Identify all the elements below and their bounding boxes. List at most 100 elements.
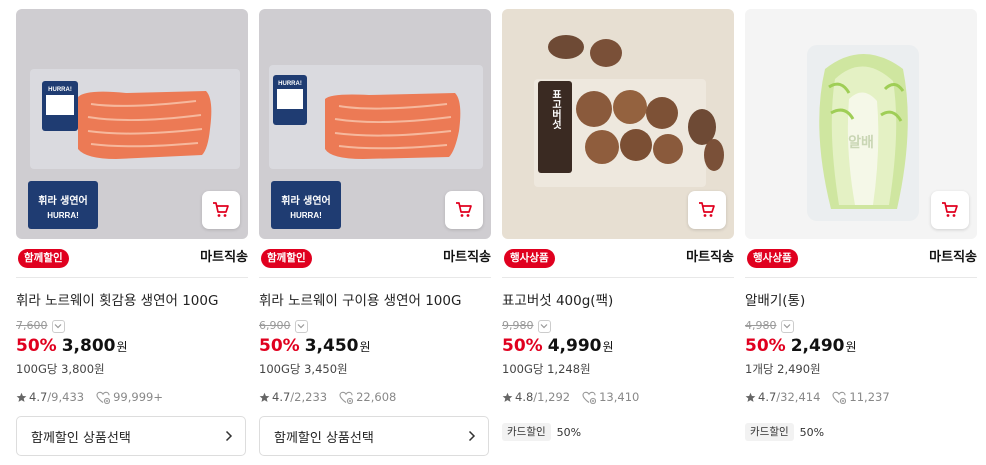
chevron-down-icon	[297, 324, 305, 329]
divider	[745, 277, 977, 278]
card-discount-row: 카드할인 50%	[502, 423, 581, 441]
star-icon	[259, 392, 270, 403]
card-discount-rate: 50%	[556, 425, 582, 439]
price-detail-toggle[interactable]	[294, 319, 308, 333]
heart-icon[interactable]	[96, 391, 111, 404]
original-price-row: 4,980	[745, 318, 794, 334]
product-image[interactable]: 표고버섯	[502, 9, 734, 239]
promo-badge: 함께할인	[18, 249, 69, 268]
bundle-select-button[interactable]: 함께할인 상품선택	[259, 416, 489, 456]
svg-text:휘라 생연어: 휘라 생연어	[38, 194, 87, 207]
like-count: 22,608	[356, 390, 397, 404]
currency: 원	[359, 340, 371, 354]
heart-icon[interactable]	[339, 391, 354, 404]
promo-badge: 행사상품	[504, 249, 555, 268]
cart-icon	[456, 202, 472, 217]
card-discount-tag: 카드할인	[745, 423, 794, 441]
heart-icon[interactable]	[832, 391, 847, 404]
star-icon	[502, 392, 513, 403]
seller-label: 마트직송	[929, 250, 977, 265]
divider	[502, 277, 734, 278]
product-image[interactable]: 알배	[745, 9, 977, 239]
rating: 4.7	[29, 390, 48, 404]
price-row: 50% 3,450 원	[259, 336, 371, 356]
like-count: 11,237	[849, 390, 890, 404]
sale-price: 2,490	[790, 336, 845, 356]
review-count[interactable]: 2,233	[294, 390, 327, 404]
product-name[interactable]: 휘라 노르웨이 횟감용 생연어 100G	[16, 292, 218, 310]
unit-price: 100G당 3,450원	[259, 362, 348, 376]
svg-text:표고버섯: 표고버섯	[550, 89, 562, 130]
currency: 원	[602, 340, 614, 354]
price-detail-toggle[interactable]	[537, 319, 551, 333]
original-price-row: 7,600	[16, 318, 65, 334]
tag-row: 행사상품 마트직송	[502, 247, 734, 269]
add-to-cart-button[interactable]	[445, 191, 483, 229]
price-row: 50% 2,490 원	[745, 336, 857, 356]
card-discount-tag: 카드할인	[502, 423, 551, 441]
rating: 4.7	[758, 390, 777, 404]
price-detail-toggle[interactable]	[780, 319, 794, 333]
price-row: 50% 4,990 원	[502, 336, 614, 356]
promo-badge: 행사상품	[747, 249, 798, 268]
product-name[interactable]: 알배기(통)	[745, 292, 805, 310]
discount-rate: 50%	[259, 336, 300, 356]
stats-row: 4.7/9,433 99,999+	[16, 390, 163, 404]
review-count[interactable]: 9,433	[51, 390, 84, 404]
add-to-cart-button[interactable]	[202, 191, 240, 229]
stats-row: 4.7/2,233 22,608	[259, 390, 396, 404]
add-to-cart-button[interactable]	[688, 191, 726, 229]
cart-icon	[699, 202, 715, 217]
seller-label: 마트직송	[200, 250, 248, 265]
original-price: 9,980	[502, 319, 534, 332]
like-count: 13,410	[599, 390, 640, 404]
price-detail-toggle[interactable]	[51, 319, 65, 333]
card-discount-row: 카드할인 50%	[745, 423, 824, 441]
unit-price: 1개당 2,490원	[745, 362, 821, 376]
stats-row: 4.8/1,292 13,410	[502, 390, 639, 404]
divider	[16, 277, 248, 278]
original-price: 7,600	[16, 319, 48, 332]
product-card[interactable]: 표고버섯 행사상품 마트직송 표고버섯 400g(팩) 9,980 50% 4,…	[502, 9, 734, 441]
rating: 4.8	[515, 390, 534, 404]
divider	[259, 277, 491, 278]
original-price-row: 9,980	[502, 318, 551, 334]
product-card[interactable]: HURRA! 휘라 생연어 HURRA! 함께할인 마트직송 휘라 노르웨이 횟…	[16, 9, 248, 456]
add-to-cart-button[interactable]	[931, 191, 969, 229]
promo-badge: 함께할인	[261, 249, 312, 268]
card-discount-rate: 50%	[799, 425, 825, 439]
sale-price: 3,450	[304, 336, 359, 356]
heart-icon[interactable]	[582, 391, 597, 404]
price-row: 50% 3,800 원	[16, 336, 128, 356]
discount-rate: 50%	[745, 336, 786, 356]
chevron-down-icon	[54, 324, 62, 329]
tag-row: 함께할인 마트직송	[16, 247, 248, 269]
chevron-right-icon	[225, 430, 233, 442]
svg-text:HURRA!: HURRA!	[47, 211, 79, 220]
sale-price: 3,800	[61, 336, 116, 356]
like-count: 99,999+	[113, 390, 163, 404]
product-grid: HURRA! 휘라 생연어 HURRA! 함께할인 마트직송 휘라 노르웨이 횟…	[0, 0, 986, 465]
bundle-select-label: 함께할인 상품선택	[274, 430, 374, 446]
star-icon	[16, 392, 27, 403]
product-name[interactable]: 휘라 노르웨이 구이용 생연어 100G	[259, 292, 461, 310]
review-count[interactable]: 32,414	[780, 390, 820, 404]
svg-text:휘라 생연어: 휘라 생연어	[281, 194, 330, 207]
chevron-down-icon	[783, 324, 791, 329]
cart-icon	[213, 202, 229, 217]
stats-row: 4.7/32,414 11,237	[745, 390, 890, 404]
original-price: 6,900	[259, 319, 291, 332]
seller-label: 마트직송	[686, 250, 734, 265]
tag-row: 행사상품 마트직송	[745, 247, 977, 269]
chevron-right-icon	[468, 430, 476, 442]
product-name[interactable]: 표고버섯 400g(팩)	[502, 292, 613, 310]
discount-rate: 50%	[16, 336, 57, 356]
rating: 4.7	[272, 390, 291, 404]
product-image[interactable]: HURRA! 휘라 생연어 HURRA!	[259, 9, 491, 239]
bundle-select-button[interactable]: 함께할인 상품선택	[16, 416, 246, 456]
product-card[interactable]: HURRA! 휘라 생연어 HURRA! 함께할인 마트직송 휘라 노르웨이 구…	[259, 9, 491, 456]
original-price-row: 6,900	[259, 318, 308, 334]
product-image[interactable]: HURRA! 휘라 생연어 HURRA!	[16, 9, 248, 239]
product-card[interactable]: 알배 행사상품 마트직송 알배기(통) 4,980 50% 2,490 원 1개…	[745, 9, 977, 441]
review-count[interactable]: 1,292	[537, 390, 570, 404]
